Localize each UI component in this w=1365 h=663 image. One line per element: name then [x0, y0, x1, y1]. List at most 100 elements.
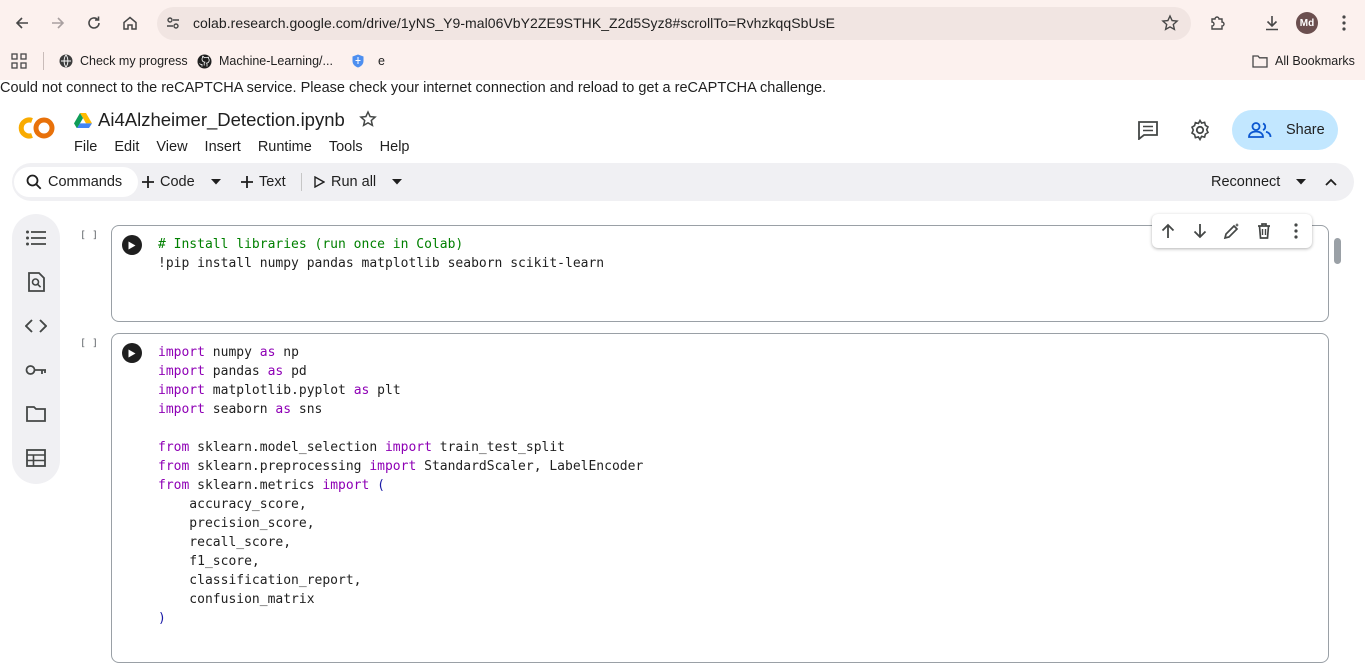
- plus-icon: [142, 176, 154, 188]
- execution-count: [ ]: [80, 338, 99, 349]
- site-info-icon[interactable]: [165, 15, 181, 31]
- move-cell-up-button[interactable]: [1157, 220, 1179, 242]
- add-text-button[interactable]: Text: [241, 167, 286, 197]
- browser-menu-button[interactable]: [1328, 7, 1360, 39]
- cell-toolbar: [1152, 214, 1312, 248]
- files-button[interactable]: [24, 402, 48, 426]
- run-all-label: Run all: [331, 174, 377, 190]
- bookmark-star-icon[interactable]: [1161, 14, 1179, 32]
- find-replace-button[interactable]: [24, 270, 48, 294]
- downloads-button[interactable]: [1256, 7, 1288, 39]
- arrow-up-icon: [1161, 223, 1175, 238]
- notebook-scrollbar[interactable]: [1334, 238, 1341, 264]
- code-line: !pip install numpy pandas matplotlib sea…: [158, 256, 605, 271]
- table-of-contents-button[interactable]: [24, 226, 48, 250]
- runtime-dropdown-button[interactable]: [1296, 167, 1306, 197]
- caret-down-icon: [211, 179, 221, 185]
- menu-view[interactable]: View: [156, 139, 187, 155]
- url-text: colab.research.google.com/drive/1yNS_Y9-…: [193, 15, 836, 31]
- code-editor[interactable]: import numpy as np import pandas as pd i…: [158, 343, 643, 628]
- settings-button[interactable]: [1187, 117, 1213, 143]
- comment-icon: [1138, 121, 1158, 140]
- bookmark-machine-learning[interactable]: Machine-Learning/...: [197, 51, 333, 71]
- bookmark-e[interactable]: e: [352, 51, 385, 71]
- play-icon: [128, 241, 136, 249]
- run-cell-button[interactable]: [122, 343, 142, 363]
- code-snippets-button[interactable]: [24, 314, 48, 338]
- colab-logo[interactable]: [16, 114, 58, 142]
- extensions-button[interactable]: [1202, 7, 1234, 39]
- back-button[interactable]: [6, 7, 38, 39]
- run-cell-button[interactable]: [122, 235, 142, 255]
- side-rail: [12, 214, 60, 484]
- pencil-sparkle-icon: [1223, 223, 1239, 240]
- code-dropdown-button[interactable]: [211, 167, 221, 197]
- secrets-button[interactable]: [24, 358, 48, 382]
- shield-icon: [352, 54, 364, 68]
- menu-runtime[interactable]: Runtime: [258, 139, 312, 155]
- recaptcha-warning: Could not connect to the reCAPTCHA servi…: [0, 80, 827, 96]
- delete-cell-button[interactable]: [1253, 220, 1275, 242]
- folder-icon: [1252, 54, 1268, 68]
- all-bookmarks-button[interactable]: All Bookmarks: [1252, 51, 1355, 71]
- download-icon: [1266, 16, 1278, 31]
- play-icon: [128, 349, 136, 357]
- reload-icon: [88, 16, 100, 29]
- more-cell-actions-button[interactable]: [1285, 220, 1307, 242]
- move-cell-down-button[interactable]: [1189, 220, 1211, 242]
- menu-edit[interactable]: Edit: [114, 139, 139, 155]
- arrow-left-icon: [15, 17, 28, 29]
- notebook-title[interactable]: Ai4Alzheimer_Detection.ipynb: [98, 109, 345, 131]
- menu-insert[interactable]: Insert: [205, 139, 241, 155]
- plus-icon: [241, 176, 253, 188]
- more-vert-icon: [1342, 15, 1346, 31]
- folder-icon: [26, 406, 46, 422]
- bookmarks-divider: [43, 52, 44, 70]
- caret-down-icon: [392, 179, 402, 185]
- more-vert-icon: [1294, 223, 1298, 239]
- apps-button[interactable]: [11, 51, 27, 71]
- edit-cell-button[interactable]: [1221, 220, 1243, 242]
- reconnect-label: Reconnect: [1211, 174, 1281, 190]
- variables-button[interactable]: [24, 446, 48, 470]
- bookmark-check-progress[interactable]: Check my progress: [59, 51, 188, 71]
- code-icon: [25, 319, 47, 333]
- caret-down-icon: [1296, 179, 1306, 185]
- globe-icon: [59, 54, 73, 68]
- trash-icon: [1258, 223, 1270, 239]
- find-in-page-icon: [28, 272, 45, 292]
- collapse-header-button[interactable]: [1325, 167, 1337, 197]
- share-button[interactable]: Share: [1232, 110, 1338, 150]
- bookmark-label: e: [378, 54, 385, 68]
- menu-file[interactable]: File: [74, 139, 97, 155]
- forward-button[interactable]: [42, 7, 74, 39]
- menu-tools[interactable]: Tools: [329, 139, 363, 155]
- chevron-up-icon: [1325, 178, 1337, 186]
- bookmark-label: Check my progress: [80, 54, 188, 68]
- menu-bar: File Edit View Insert Runtime Tools Help: [74, 139, 427, 155]
- toolbar-divider: [301, 173, 302, 191]
- menu-help[interactable]: Help: [380, 139, 410, 155]
- commands-button[interactable]: Commands: [14, 167, 138, 197]
- gear-icon: [1190, 119, 1210, 141]
- star-notebook-icon[interactable]: [359, 110, 377, 128]
- apps-grid-icon: [11, 53, 27, 69]
- google-drive-icon[interactable]: [74, 112, 92, 128]
- reload-button[interactable]: [78, 7, 110, 39]
- github-icon: [197, 54, 212, 69]
- address-bar[interactable]: colab.research.google.com/drive/1yNS_Y9-…: [157, 7, 1191, 40]
- home-button[interactable]: [114, 7, 146, 39]
- table-icon: [26, 449, 46, 467]
- browser-toolbar: colab.research.google.com/drive/1yNS_Y9-…: [0, 0, 1365, 80]
- code-editor[interactable]: # Install libraries (run once in Colab) …: [158, 235, 604, 273]
- reconnect-button[interactable]: Reconnect: [1211, 167, 1280, 197]
- play-outline-icon: [314, 176, 325, 188]
- add-code-button[interactable]: Code: [142, 167, 195, 197]
- run-all-dropdown-button[interactable]: [392, 167, 402, 197]
- comments-button[interactable]: [1135, 117, 1161, 143]
- commands-label: Commands: [48, 174, 123, 190]
- toc-icon: [26, 230, 46, 246]
- run-all-button[interactable]: Run all: [314, 167, 376, 197]
- profile-avatar[interactable]: Md: [1296, 12, 1318, 34]
- people-icon: [1248, 122, 1272, 138]
